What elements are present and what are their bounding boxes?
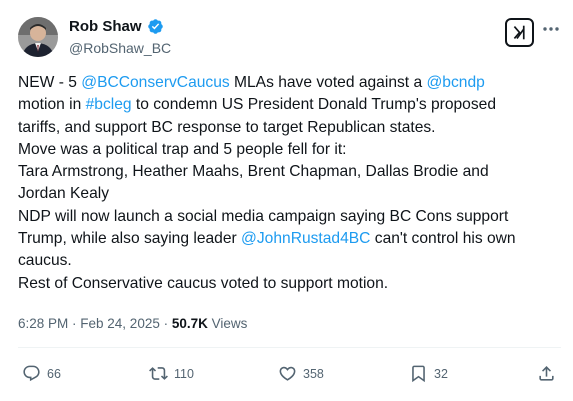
- meta-separator: ·: [159, 316, 172, 331]
- tweet-date[interactable]: Feb 24, 2025: [80, 316, 160, 331]
- tweet-text-line: NEW - 5 @BCConservCaucus MLAs have voted…: [18, 72, 563, 94]
- bookmark-count: 32: [434, 366, 448, 381]
- author-name-row[interactable]: Rob Shaw: [69, 18, 164, 35]
- tweet-text-segment: Move was a political trap and 5 people f…: [18, 140, 347, 158]
- share-button[interactable]: [537, 364, 556, 383]
- grok-button[interactable]: [505, 18, 534, 47]
- tweet-time[interactable]: 6:28 PM: [18, 316, 68, 331]
- views-count: 50.7K: [171, 316, 208, 331]
- share-icon: [539, 366, 554, 381]
- tweet-text-segment: Trump, while also saying leader: [18, 230, 242, 248]
- repost-button[interactable]: 110: [149, 364, 194, 383]
- tweet-text-line: Tara Armstrong, Heather Maahs, Brent Cha…: [18, 161, 563, 183]
- tweet-meta: 6:28 PM · Feb 24, 2025 · 50.7K Views: [18, 316, 247, 331]
- meta-separator: ·: [68, 316, 81, 331]
- reply-button[interactable]: 66: [22, 364, 61, 383]
- tweet-text-segment: tariffs, and support BC response to targ…: [18, 118, 436, 136]
- grok-icon: [513, 25, 525, 40]
- tweet-text-segment: can't control his own: [370, 230, 516, 248]
- tweet-text-line: Jordan Kealy: [18, 183, 563, 205]
- more-icon: [543, 27, 559, 31]
- tweet-text-segment: motion in: [18, 96, 86, 114]
- verified-badge-icon: [147, 18, 164, 35]
- tweet-text-segment: MLAs have voted against a: [229, 74, 427, 91]
- hashtag-link[interactable]: #bcleg: [86, 96, 132, 113]
- views-label: Views: [207, 316, 248, 331]
- tweet-text-line: Trump, while also saying leader @JohnRus…: [18, 228, 563, 250]
- mention-link[interactable]: @BCConservCaucus: [81, 74, 229, 91]
- tweet-text-line: motion in #bcleg to condemn US President…: [18, 94, 563, 116]
- tweet-text-segment: to condemn US President Donald Trump's p…: [131, 96, 496, 114]
- tweet-text-segment: Tara Armstrong, Heather Maahs, Brent Cha…: [18, 163, 489, 181]
- tweet-text-line: caucus.: [18, 250, 563, 272]
- reply-count: 66: [47, 366, 61, 381]
- like-button[interactable]: 358: [278, 364, 324, 383]
- like-icon: [279, 366, 296, 381]
- avatar[interactable]: [18, 17, 58, 57]
- tweet-text-line: NDP will now launch a social media campa…: [18, 206, 563, 228]
- tweet-text-segment: caucus.: [18, 252, 72, 270]
- like-count: 358: [303, 366, 324, 381]
- tweet-text-segment: NDP will now launch a social media campa…: [18, 207, 509, 225]
- repost-icon: [149, 367, 168, 380]
- tweet-text-line: Move was a political trap and 5 people f…: [18, 139, 563, 161]
- tweet-text-line: tariffs, and support BC response to targ…: [18, 117, 563, 139]
- avatar-image: [18, 17, 58, 57]
- tweet-card: Rob Shaw @RobShaw_BC NEW - 5 @BCConservC…: [0, 0, 573, 401]
- tweet-text-line: Rest of Conservative caucus voted to sup…: [18, 273, 563, 295]
- tweet-text-segment: Jordan Kealy: [18, 185, 110, 203]
- bookmark-icon: [412, 365, 425, 383]
- mention-link[interactable]: @bcndp: [426, 74, 484, 91]
- reply-icon: [23, 365, 40, 382]
- repost-count: 110: [174, 366, 194, 381]
- display-name[interactable]: Rob Shaw: [69, 18, 142, 35]
- divider: [18, 347, 561, 348]
- tweet-text-segment: NEW - 5: [18, 74, 82, 91]
- more-options-button[interactable]: [540, 18, 562, 40]
- bookmark-button[interactable]: 32: [409, 364, 448, 383]
- tweet-text: NEW - 5 @BCConservCaucus MLAs have voted…: [18, 72, 563, 295]
- tweet-text-segment: Rest of Conservative caucus voted to sup…: [18, 274, 389, 292]
- mention-link[interactable]: @JohnRustad4BC: [241, 230, 370, 247]
- author-handle[interactable]: @RobShaw_BC: [69, 40, 171, 56]
